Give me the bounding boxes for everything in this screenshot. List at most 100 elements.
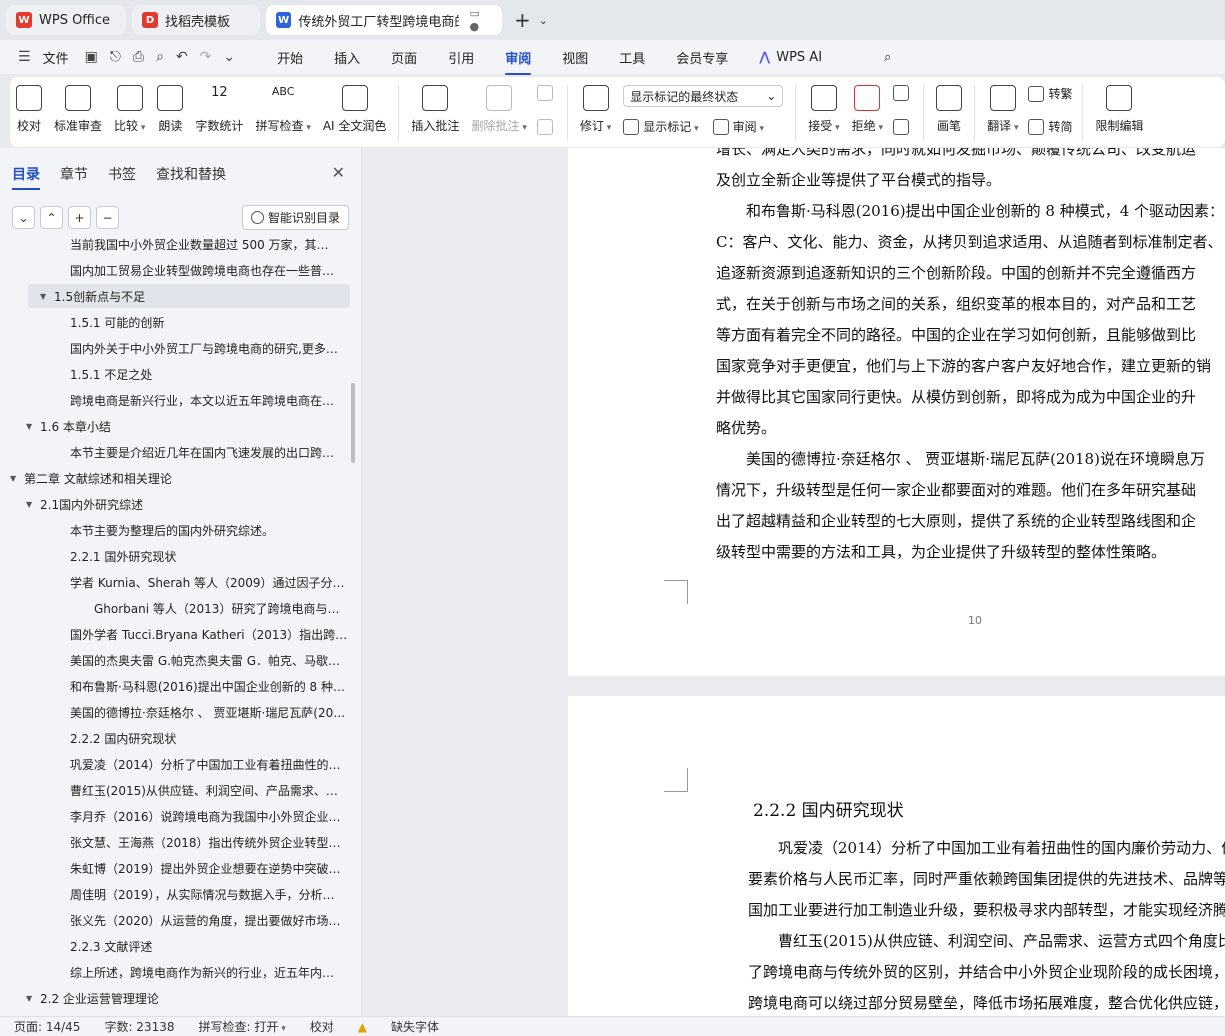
toc-item[interactable]: 学者 Kurnia、Sherah 等人（2009）通过因子分… xyxy=(0,570,352,594)
toc-item[interactable]: 朱虹博（2019）提出外贸企业想要在逆势中突破… xyxy=(0,856,352,880)
toc-item[interactable]: 1.5.1 不足之处 xyxy=(0,362,352,386)
toc-item[interactable]: 当前我国中小外贸企业数量超过 500 万家，其… xyxy=(0,236,352,256)
read-aloud-button[interactable]: 朗读 xyxy=(157,85,184,134)
new-tab-icon[interactable]: + xyxy=(514,8,531,32)
restrict-edit-button[interactable]: 限制编辑 xyxy=(1095,85,1144,134)
collapse-icon[interactable]: ⌄ xyxy=(12,206,35,229)
word-count-indicator[interactable]: 字数: 23138 xyxy=(104,1018,174,1035)
toc-item[interactable]: 本节主要是介绍近几年在国内飞速发展的出口跨… xyxy=(0,440,352,464)
menu-tab-references[interactable]: 引用 xyxy=(448,48,474,67)
compare-button[interactable]: 比较 xyxy=(114,85,145,134)
to-simplified-button[interactable]: 转简 xyxy=(1028,118,1072,135)
print-preview-icon[interactable]: ⌕ xyxy=(156,49,164,65)
file-menu[interactable]: 文件 xyxy=(43,48,69,67)
menu-tab-tools[interactable]: 工具 xyxy=(619,48,645,67)
menu-tab-view[interactable]: 视图 xyxy=(562,48,588,67)
toc-item[interactable]: 国内外关于中小外贸工厂与跨境电商的研究,更多… xyxy=(0,336,352,360)
expand-icon[interactable]: ⌃ xyxy=(40,206,63,229)
toc-item[interactable]: 美国的德博拉·奈廷格尔 、 贾亚堪斯·瑞尼瓦萨(20… xyxy=(0,700,352,724)
previous-comment-icon[interactable] xyxy=(536,85,553,101)
pen-button[interactable]: 画笔 xyxy=(936,85,963,134)
toc-item[interactable]: 李月乔（2016）说跨境电商为我国中小外贸企业… xyxy=(0,804,352,828)
tab-template[interactable]: D 找稻壳模板 xyxy=(132,5,260,35)
page-indicator[interactable]: 页面: 14/45 xyxy=(14,1018,80,1035)
toc-item[interactable]: Ghorbani 等人（2013）研究了跨境电商与… xyxy=(0,596,352,620)
next-comment-icon[interactable] xyxy=(536,119,553,135)
next-change-icon[interactable] xyxy=(893,119,910,135)
tab-bookmarks[interactable]: 书签 xyxy=(108,164,136,184)
add-heading-icon[interactable]: + xyxy=(68,206,91,229)
toc-item[interactable]: 周佳明（2019），从实际情况与数据入手，分析… xyxy=(0,882,352,906)
toc-item[interactable]: ▼ 2.1国内外研究综述 xyxy=(0,492,352,516)
toc-item[interactable]: 张文慧、王海燕（2018）指出传统外贸企业转型… xyxy=(0,830,352,854)
ai-polish-button[interactable]: AI 全文润色 xyxy=(323,85,386,134)
chevron-down-icon[interactable]: ⌄ xyxy=(223,49,235,65)
markup-select[interactable]: 显示标记的最终状态 ⌄ xyxy=(623,85,784,107)
toc-item[interactable]: 2.2.1 国外研究现状 xyxy=(0,544,352,568)
toc-item[interactable]: 跨境电商是新兴行业，本文以近五年跨境电商在… xyxy=(0,388,352,412)
toc-item[interactable]: 综上所述，跨境电商作为新兴的行业，近五年内… xyxy=(0,960,352,984)
chevron-down-icon[interactable]: ⌄ xyxy=(539,14,548,27)
toc-item[interactable]: 巩爱凌（2014）分析了中国加工业有着扭曲性的… xyxy=(0,752,352,776)
toc-item[interactable]: 和布鲁斯·马科恩(2016)提出中国企业创新的 8 种… xyxy=(0,674,352,698)
reject-button[interactable]: 拒绝 xyxy=(852,85,883,134)
toc-item[interactable]: 张义先（2020）从运营的角度，提出要做好市场… xyxy=(0,908,352,932)
accept-button[interactable]: 接受 xyxy=(808,85,839,134)
menu-icon[interactable]: ☰ xyxy=(18,49,31,65)
tab-status-icon[interactable]: ▭ ● xyxy=(469,7,492,33)
toc-item[interactable]: 本节主要为整理后的国内外研究综述。 xyxy=(0,518,352,542)
toc-item[interactable]: 曹红玉(2015)从供应链、利润空间、产品需求、… xyxy=(0,778,352,802)
spell-check-indicator[interactable]: 拼写检查: 打开 xyxy=(199,1018,286,1035)
show-markup-button[interactable]: 显示标记 xyxy=(643,118,698,135)
menu-tab-page[interactable]: 页面 xyxy=(391,48,417,67)
standard-review-button[interactable]: 标准审查 xyxy=(54,85,102,134)
spell-check-button[interactable]: ABC 拼写检查 xyxy=(255,85,310,134)
caret-down-icon[interactable]: ▼ xyxy=(40,292,54,301)
previous-change-icon[interactable] xyxy=(893,85,910,101)
review-pane-button[interactable]: 审阅 xyxy=(733,118,764,135)
translate-button[interactable]: 翻译 xyxy=(987,85,1018,134)
delete-comment-button[interactable]: 删除批注 xyxy=(471,85,526,134)
toc-item[interactable]: 2.2.3 文献评述 xyxy=(0,934,352,958)
proofread-button[interactable]: 校对 xyxy=(16,85,42,134)
menu-tab-member[interactable]: 会员专享 xyxy=(676,48,728,67)
toc-item[interactable]: ▼ 2.2 企业运营管理理论 xyxy=(0,986,352,1010)
tab-find-replace[interactable]: 查找和替换 xyxy=(156,164,226,184)
caret-down-icon[interactable]: ▼ xyxy=(10,474,24,483)
toc-item[interactable]: 1.5.1 可能的创新 xyxy=(0,310,352,334)
toc-item[interactable]: ▼ 第二章 文献综述和相关理论 xyxy=(0,466,352,490)
menu-tab-home[interactable]: 开始 xyxy=(277,48,303,67)
missing-font-indicator[interactable]: ▲ 缺失字体 xyxy=(358,1018,463,1035)
toc-item[interactable]: 国外学者 Tucci.Bryana Katheri（2013）指出跨… xyxy=(0,622,352,646)
redo-icon[interactable]: ↷ xyxy=(200,49,212,65)
track-changes-button[interactable]: 修订 xyxy=(580,85,611,134)
word-count-button[interactable]: 12 字数统计 xyxy=(195,85,243,134)
tab-document[interactable]: W 传统外贸工厂转型跨境电商的 ▭ ● xyxy=(266,5,502,35)
toc-item[interactable]: ▼ 1.5创新点与不足 xyxy=(28,284,350,308)
tab-toc[interactable]: 目录 xyxy=(12,164,40,190)
caret-down-icon[interactable]: ▼ xyxy=(26,500,40,509)
save-icon[interactable]: ▣ xyxy=(85,49,98,65)
menu-tab-insert[interactable]: 插入 xyxy=(334,48,360,67)
remove-heading-icon[interactable]: − xyxy=(96,206,119,229)
toc-scrollbar[interactable] xyxy=(351,383,355,463)
wps-ai-button[interactable]: ⋀ WPS AI xyxy=(759,50,853,65)
toc-item[interactable]: 美国的杰奥夫雷 G.帕克杰奥夫雷 G．帕克、马歇… xyxy=(0,648,352,672)
tab-wps-office[interactable]: W WPS Office xyxy=(6,5,126,35)
insert-comment-button[interactable]: 插入批注 xyxy=(411,85,459,134)
print-icon[interactable]: ⎙ xyxy=(133,49,144,65)
search-icon[interactable]: ⌕ xyxy=(884,50,891,65)
caret-down-icon[interactable]: ▼ xyxy=(26,422,40,431)
share-icon[interactable]: ⎋ xyxy=(110,49,121,65)
undo-icon[interactable]: ↶ xyxy=(176,49,188,65)
close-icon[interactable]: ✕ xyxy=(332,163,345,182)
menu-tab-review[interactable]: 审阅 xyxy=(505,48,532,75)
tab-sections[interactable]: 章节 xyxy=(60,164,88,184)
smart-toc-button[interactable]: 智能识别目录 xyxy=(241,205,349,230)
toc-item[interactable]: 国内加工贸易企业转型做跨境电商也存在一些普… xyxy=(0,258,352,282)
toc-item[interactable]: ▼ 1.6 本章小结 xyxy=(0,414,352,438)
toc-item[interactable]: 2.2.2 国内研究现状 xyxy=(0,726,352,750)
caret-down-icon[interactable]: ▼ xyxy=(26,994,40,1003)
to-traditional-button[interactable]: 转繁 xyxy=(1028,85,1072,102)
proof-indicator[interactable]: 校对 xyxy=(310,1018,334,1035)
